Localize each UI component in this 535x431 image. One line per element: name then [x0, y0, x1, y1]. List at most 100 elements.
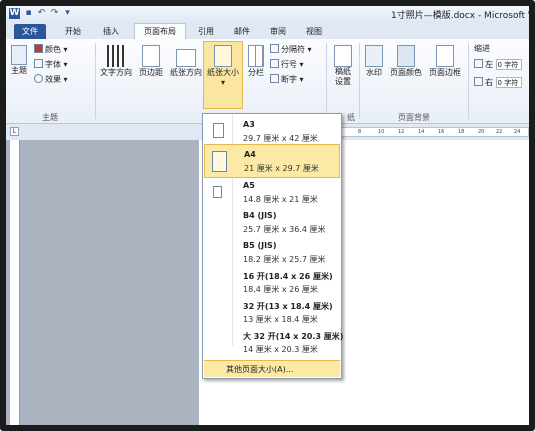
watermark-label: 水印	[366, 68, 382, 77]
themes-group-label: 主题	[42, 113, 58, 122]
ruler-tick: 22	[496, 129, 503, 135]
indent-left-input[interactable]: 0 字符	[495, 59, 522, 70]
indent-right-input[interactable]: 0 字符	[495, 77, 522, 88]
paper-icon	[213, 123, 224, 138]
ribbon-page-layout: 主题 颜色 ▾ 字体 ▾ 效果 ▾ 主题 文字方向 页边距 纸张方向 纸张大小 …	[6, 39, 529, 124]
draft-paper-label: 稿纸 设置	[335, 67, 351, 86]
paper-size-option-a5[interactable]: A5 14.8 厘米 x 21 厘米	[204, 176, 340, 210]
size-button[interactable]: 纸张大小 ▾	[204, 45, 242, 87]
word-app-icon[interactable]: W	[9, 8, 20, 19]
tab-page-layout[interactable]: 页面布局	[134, 23, 186, 40]
indent-right-label: 右	[485, 78, 493, 87]
orientation-button[interactable]: 纸张方向	[168, 45, 204, 78]
paper-size-dimensions: 14 厘米 x 20.3 厘米	[243, 345, 318, 354]
group-divider	[359, 43, 360, 119]
tab-references[interactable]: 引用	[192, 24, 220, 39]
ruler-tick: 24	[514, 129, 521, 135]
vertical-ruler[interactable]	[10, 140, 20, 425]
tab-review[interactable]: 审阅	[264, 24, 292, 39]
paper-size-name: 32 开(13 x 18.4 厘米)	[243, 302, 333, 311]
text-direction-icon	[107, 45, 125, 67]
hyphenation-button[interactable]: 断字 ▾	[270, 74, 304, 85]
paper-icon	[213, 186, 222, 198]
paper-size-dimensions: 14.8 厘米 x 21 厘米	[243, 195, 318, 204]
text-direction-label: 文字方向	[100, 68, 132, 77]
customize-quick-access-icon[interactable]: ▾	[62, 8, 73, 19]
paper-size-option-b5[interactable]: B5 (JIS) 18.2 厘米 x 25.7 厘米	[204, 236, 340, 270]
paper-size-dimensions: 13 厘米 x 18.4 厘米	[243, 315, 318, 324]
colors-icon	[34, 44, 43, 53]
paper-size-option-a4[interactable]: A4 21 厘米 x 29.7 厘米	[204, 144, 340, 178]
paper-size-dimensions: 25.7 厘米 x 36.4 厘米	[243, 225, 326, 234]
paper-size-name: A4	[244, 150, 256, 159]
margins-label: 页边距	[139, 68, 163, 77]
line-numbers-button[interactable]: 行号 ▾	[270, 59, 304, 70]
themes-icon	[11, 45, 27, 65]
columns-label: 分栏	[248, 68, 264, 77]
draft-paper-button[interactable]: 稿纸 设置	[329, 45, 357, 87]
theme-colors-label: 颜色	[45, 45, 61, 54]
group-divider	[326, 43, 327, 119]
watermark-button[interactable]: 水印	[363, 45, 385, 78]
paper-icon	[212, 151, 227, 172]
watermark-icon	[365, 45, 383, 67]
theme-fonts-button[interactable]: 字体 ▾	[34, 59, 68, 70]
group-divider	[468, 43, 469, 119]
tab-insert[interactable]: 插入	[96, 24, 126, 39]
more-paper-sizes-item[interactable]: 其他页面大小(A)...	[204, 360, 340, 377]
tab-home[interactable]: 开始	[58, 24, 88, 39]
page-borders-icon	[436, 45, 454, 67]
columns-icon	[248, 45, 264, 67]
ruler-tick: 10	[378, 129, 385, 135]
columns-button[interactable]: 分栏	[244, 45, 268, 78]
tab-mailings[interactable]: 邮件	[228, 24, 256, 39]
tab-file[interactable]: 文件	[14, 24, 46, 39]
save-icon[interactable]: ▪	[23, 8, 34, 19]
tab-selector-icon[interactable]: L	[10, 127, 19, 136]
indent-left-icon	[474, 59, 483, 68]
paper-size-dimensions: 29.7 厘米 x 42 厘米	[243, 134, 318, 143]
title-bar: W ▪ ↶ ↷ ▾ 1寸照片—模版.docx - Microsoft W	[6, 6, 529, 23]
breaks-label: 分隔符	[281, 45, 305, 54]
paper-size-option-large-32k[interactable]: 大 32 开(14 x 20.3 厘米) 14 厘米 x 20.3 厘米	[204, 326, 343, 360]
ruler-tick: 14	[418, 129, 425, 135]
theme-colors-button[interactable]: 颜色 ▾	[34, 44, 68, 55]
orientation-icon	[176, 49, 196, 67]
paper-size-name: A5	[243, 181, 255, 190]
indent-right-row: 右 0 字符	[474, 77, 522, 88]
line-numbers-icon	[270, 59, 279, 68]
margins-button[interactable]: 页边距	[136, 45, 166, 78]
tab-view[interactable]: 视图	[300, 24, 328, 39]
paper-size-dimensions: 18.4 厘米 x 26 厘米	[243, 285, 318, 294]
group-divider	[95, 43, 96, 119]
paper-size-name: B5 (JIS)	[243, 241, 277, 250]
paper-size-dimensions: 18.2 厘米 x 25.7 厘米	[243, 255, 326, 264]
ruler-tick: 16	[438, 129, 445, 135]
draft-group-label: 纸	[347, 113, 355, 122]
page-background-group-label: 页面背景	[398, 113, 430, 122]
themes-button[interactable]: 主题	[8, 45, 30, 76]
horizontal-ruler[interactable]: 8 10 12 14 16 18 20 22 24	[335, 127, 529, 137]
paper-size-option-16k[interactable]: 16 开(18.4 x 26 厘米) 18.4 厘米 x 26 厘米	[204, 266, 340, 300]
ruler-tick: 8	[358, 129, 362, 135]
paper-size-option-32k[interactable]: 32 开(13 x 18.4 厘米) 13 厘米 x 18.4 厘米	[204, 296, 340, 330]
page-color-label: 页面颜色	[390, 68, 422, 77]
paper-size-dropdown: A3 29.7 厘米 x 42 厘米 A4 21 厘米 x 29.7 厘米 A5…	[202, 113, 343, 379]
draft-paper-icon	[334, 45, 352, 67]
page-borders-label: 页面边框	[429, 68, 461, 77]
breaks-button[interactable]: 分隔符 ▾	[270, 44, 312, 55]
indent-left-row: 左 0 字符	[474, 59, 522, 70]
text-direction-button[interactable]: 文字方向	[98, 45, 134, 78]
window-title: 1寸照片—模版.docx - Microsoft W	[391, 11, 529, 21]
paper-size-option-b4[interactable]: B4 (JIS) 25.7 厘米 x 36.4 厘米	[204, 206, 340, 240]
page-color-button[interactable]: 页面颜色	[388, 45, 424, 78]
hyphenation-label: 断字	[281, 75, 297, 84]
indent-left-label: 左	[485, 60, 493, 69]
undo-icon[interactable]: ↶	[36, 8, 47, 19]
redo-icon[interactable]: ↷	[49, 8, 60, 19]
theme-effects-button[interactable]: 效果 ▾	[34, 74, 68, 85]
page-color-icon	[397, 45, 415, 67]
orientation-label: 纸张方向	[170, 68, 202, 77]
ruler-tick: 20	[478, 129, 485, 135]
page-borders-button[interactable]: 页面边框	[426, 45, 464, 78]
